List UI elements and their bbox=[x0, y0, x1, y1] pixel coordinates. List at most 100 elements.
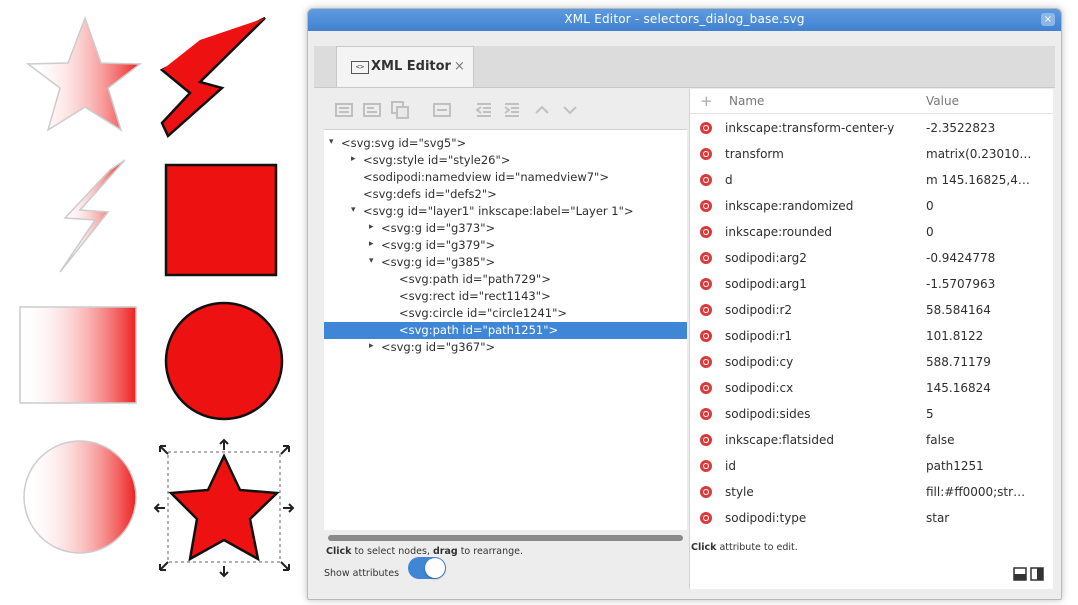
attribute-name[interactable]: id bbox=[725, 459, 736, 473]
attribute-row[interactable]: sodipodi:r2 58.584164 bbox=[690, 298, 1053, 324]
attribute-row[interactable]: inkscape:randomized 0 bbox=[690, 194, 1053, 220]
tree-node[interactable]: ▾ <svg:g id="g385"> bbox=[324, 254, 687, 271]
name-column-header[interactable]: Name bbox=[729, 94, 764, 108]
attribute-row[interactable]: sodipodi:sides 5 bbox=[690, 402, 1053, 428]
tree-node[interactable]: ▸ <svg:g id="g379"> bbox=[324, 237, 687, 254]
tree-node[interactable]: <svg:rect id="rect1143"> bbox=[324, 288, 687, 305]
tree-horizontal-scrollbar[interactable] bbox=[328, 535, 683, 541]
attribute-value[interactable]: star bbox=[926, 511, 1050, 525]
attribute-name[interactable]: inkscape:flatsided bbox=[725, 433, 834, 447]
attribute-name[interactable]: inkscape:randomized bbox=[725, 199, 853, 213]
new-text-node-icon[interactable] bbox=[362, 100, 382, 120]
attribute-row[interactable]: sodipodi:type star bbox=[690, 506, 1053, 532]
node-tree[interactable]: ▾ <svg:svg id="svg5"> ▸ <svg:style id="s… bbox=[324, 129, 687, 530]
attribute-row[interactable]: id path1251 bbox=[690, 454, 1053, 480]
attribute-row[interactable]: sodipodi:cy 588.71179 bbox=[690, 350, 1053, 376]
tree-node[interactable]: ▾ <svg:g id="layer1" inkscape:label="Lay… bbox=[324, 203, 687, 220]
attribute-row[interactable]: sodipodi:r1 101.8122 bbox=[690, 324, 1053, 350]
delete-attribute-icon[interactable] bbox=[700, 486, 712, 498]
attribute-row[interactable]: inkscape:flatsided false bbox=[690, 428, 1053, 454]
attribute-row[interactable]: d m 145.16825,4… bbox=[690, 168, 1053, 194]
attribute-row[interactable]: style fill:#ff0000;str… bbox=[690, 480, 1053, 506]
attribute-name[interactable]: sodipodi:cx bbox=[725, 381, 793, 395]
indent-node-icon[interactable] bbox=[502, 100, 522, 120]
attribute-value[interactable]: 101.8122 bbox=[926, 329, 1050, 343]
attribute-name[interactable]: sodipodi:arg1 bbox=[725, 277, 807, 291]
lower-node-icon[interactable] bbox=[560, 100, 580, 120]
attribute-name[interactable]: inkscape:rounded bbox=[725, 225, 832, 239]
attribute-value[interactable]: 588.71179 bbox=[926, 355, 1050, 369]
raise-node-icon[interactable] bbox=[532, 100, 552, 120]
attribute-value[interactable]: 0 bbox=[926, 199, 1050, 213]
attribute-name[interactable]: sodipodi:arg2 bbox=[725, 251, 807, 265]
attribute-row[interactable]: inkscape:rounded 0 bbox=[690, 220, 1053, 246]
delete-attribute-icon[interactable] bbox=[700, 408, 712, 420]
tree-node[interactable]: <sodipodi:namedview id="namedview7"> bbox=[324, 169, 687, 186]
square-shape[interactable] bbox=[164, 163, 278, 277]
drawing-canvas[interactable] bbox=[0, 0, 310, 605]
delete-attribute-icon[interactable] bbox=[700, 512, 712, 524]
faded-rect-shape[interactable] bbox=[19, 306, 137, 404]
selected-star-shape[interactable] bbox=[168, 453, 280, 562]
attribute-value[interactable]: path1251 bbox=[926, 459, 1050, 473]
attribute-row[interactable]: sodipodi:cx 145.16824 bbox=[690, 376, 1053, 402]
expander-icon[interactable]: ▸ bbox=[369, 341, 379, 351]
add-attribute-button[interactable]: + bbox=[700, 92, 713, 110]
attribute-row[interactable]: inkscape:transform-center-y -2.3522823 bbox=[690, 116, 1053, 142]
attribute-name[interactable]: sodipodi:r1 bbox=[725, 329, 792, 343]
delete-attribute-icon[interactable] bbox=[700, 460, 712, 472]
attribute-value[interactable]: false bbox=[926, 433, 1050, 447]
attribute-value[interactable]: m 145.16825,4… bbox=[926, 173, 1050, 187]
tree-node[interactable]: ▸ <svg:g id="g367"> bbox=[324, 339, 687, 356]
attribute-name[interactable]: sodipodi:cy bbox=[725, 355, 793, 369]
delete-attribute-icon[interactable] bbox=[700, 174, 712, 186]
faded-circle-shape[interactable] bbox=[23, 440, 137, 554]
expander-icon[interactable]: ▾ bbox=[369, 256, 379, 266]
tree-node[interactable]: <svg:path id="path729"> bbox=[324, 271, 687, 288]
attribute-name[interactable]: sodipodi:type bbox=[725, 511, 806, 525]
attribute-value[interactable]: fill:#ff0000;str… bbox=[926, 485, 1050, 499]
delete-attribute-icon[interactable] bbox=[700, 356, 712, 368]
attribute-row[interactable]: sodipodi:arg2 -0.9424778 bbox=[690, 246, 1053, 272]
delete-attribute-icon[interactable] bbox=[700, 304, 712, 316]
delete-attribute-icon[interactable] bbox=[700, 278, 712, 290]
show-attributes-toggle[interactable] bbox=[408, 557, 446, 579]
delete-attribute-icon[interactable] bbox=[700, 148, 712, 160]
attribute-value[interactable]: 0 bbox=[926, 225, 1050, 239]
tree-node[interactable]: ▸ <svg:style id="style26"> bbox=[324, 152, 687, 169]
attribute-row[interactable]: transform matrix(0.23010… bbox=[690, 142, 1053, 168]
delete-attribute-icon[interactable] bbox=[700, 252, 712, 264]
tree-node[interactable]: <svg:circle id="circle1241"> bbox=[324, 305, 687, 322]
attribute-name[interactable]: d bbox=[725, 173, 733, 187]
delete-attribute-icon[interactable] bbox=[700, 382, 712, 394]
attribute-value[interactable]: 145.16824 bbox=[926, 381, 1050, 395]
duplicate-node-icon[interactable] bbox=[390, 100, 410, 120]
attribute-name[interactable]: sodipodi:r2 bbox=[725, 303, 792, 317]
attribute-name[interactable]: inkscape:transform-center-y bbox=[725, 121, 894, 135]
expander-icon[interactable]: ▸ bbox=[351, 154, 361, 164]
attribute-value[interactable]: -0.9424778 bbox=[926, 251, 1050, 265]
faded-lightning-shape[interactable] bbox=[59, 159, 126, 273]
tree-node[interactable]: ▸ <svg:g id="g373"> bbox=[324, 220, 687, 237]
attribute-value[interactable]: -2.3522823 bbox=[926, 121, 1050, 135]
panel-layout-icons[interactable] bbox=[1013, 566, 1045, 582]
unindent-node-icon[interactable] bbox=[474, 100, 494, 120]
delete-node-icon[interactable] bbox=[432, 100, 452, 120]
delete-attribute-icon[interactable] bbox=[700, 200, 712, 212]
expander-icon[interactable]: ▾ bbox=[329, 137, 339, 147]
value-column-header[interactable]: Value bbox=[926, 94, 959, 108]
attribute-name[interactable]: sodipodi:sides bbox=[725, 407, 810, 421]
expander-icon[interactable]: ▸ bbox=[369, 239, 379, 249]
expander-icon[interactable]: ▾ bbox=[351, 205, 361, 215]
attribute-name[interactable]: transform bbox=[725, 147, 784, 161]
attribute-value[interactable]: -1.5707963 bbox=[926, 277, 1050, 291]
delete-attribute-icon[interactable] bbox=[700, 330, 712, 342]
attribute-value[interactable]: 5 bbox=[926, 407, 1050, 421]
expander-icon[interactable]: ▸ bbox=[369, 222, 379, 232]
delete-attribute-icon[interactable] bbox=[700, 226, 712, 238]
faded-star-shape[interactable] bbox=[25, 15, 143, 132]
new-element-node-icon[interactable] bbox=[334, 100, 354, 120]
attribute-row[interactable]: sodipodi:arg1 -1.5707963 bbox=[690, 272, 1053, 298]
circle-shape[interactable] bbox=[164, 301, 284, 421]
attribute-value[interactable]: 58.584164 bbox=[926, 303, 1050, 317]
